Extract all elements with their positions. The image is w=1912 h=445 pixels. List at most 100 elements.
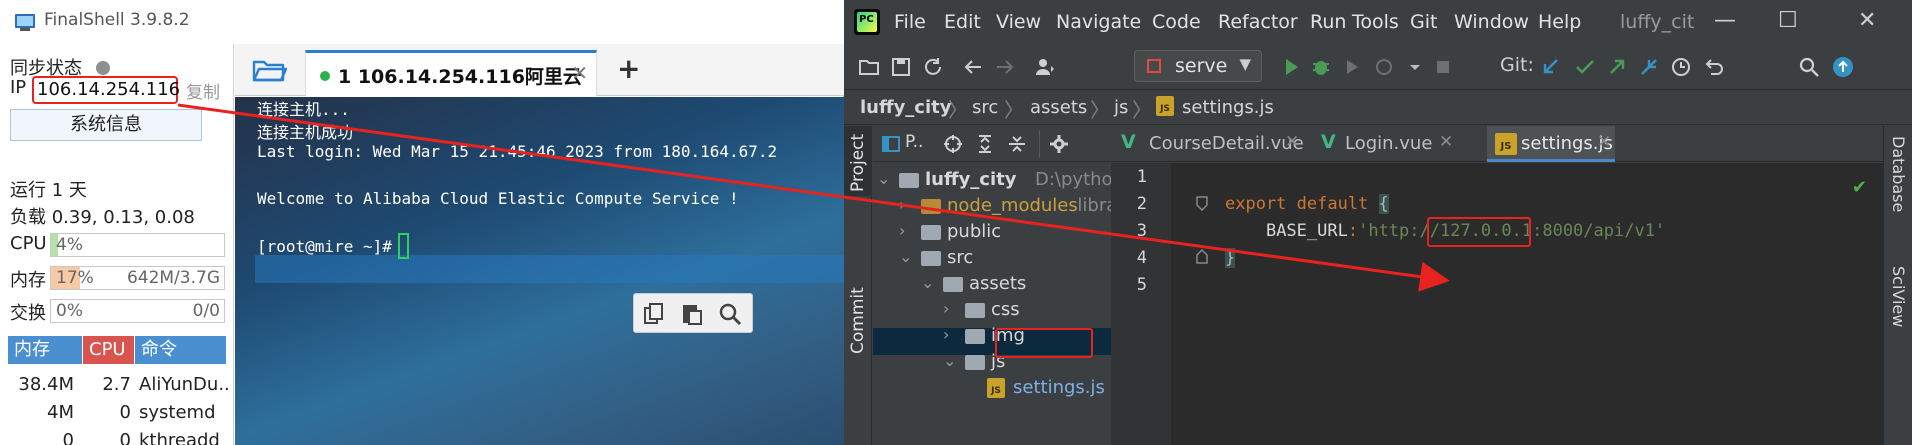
copy-ip-link[interactable]: 复制	[186, 78, 220, 103]
collapse-all-icon[interactable]	[1007, 134, 1027, 154]
breadcrumb-item[interactable]: settings.js	[1182, 97, 1274, 118]
project-tree-panel: P.. ⌄ luffy_city D:\pythonPro › node_modules…	[873, 126, 1111, 445]
fold-marker-icon[interactable]	[1195, 195, 1209, 211]
system-info-button[interactable]: 系统信息	[10, 109, 202, 141]
menu-item-edit[interactable]: Edit	[944, 11, 981, 33]
commit-tool-tab[interactable]: Commit	[844, 206, 872, 354]
breadcrumb-item[interactable]: luffy_city	[860, 97, 951, 118]
project-view-select[interactable]: P..	[905, 132, 923, 152]
breadcrumb-item[interactable]: src	[972, 97, 998, 118]
tree-item-settings-js[interactable]: JS settings.js	[873, 376, 1111, 401]
close-tab-icon[interactable]: ✕	[1597, 132, 1611, 152]
chevron-right-icon[interactable]: ›	[899, 221, 905, 240]
minimize-icon[interactable]: —	[1714, 8, 1736, 33]
tree-item-assets[interactable]: ⌄ assets	[873, 272, 1111, 297]
user-icon[interactable]	[1034, 56, 1056, 78]
menu-item-view[interactable]: View	[996, 11, 1041, 33]
close-icon[interactable]: ✕	[1858, 8, 1876, 33]
chevron-right-icon[interactable]: ›	[899, 195, 905, 214]
expand-all-icon[interactable]	[975, 134, 995, 154]
profile-icon[interactable]	[1374, 56, 1396, 78]
chevron-down-icon: ▼	[1239, 55, 1251, 73]
menu-item-help[interactable]: Help	[1538, 11, 1581, 33]
search-icon[interactable]	[718, 302, 742, 326]
chevron-right-icon[interactable]: ›	[943, 325, 949, 344]
close-tab-icon[interactable]: ✕	[1285, 132, 1299, 152]
history-clock-icon[interactable]	[1670, 56, 1692, 78]
copy-icon[interactable]	[642, 302, 666, 326]
back-arrow-icon[interactable]	[962, 56, 984, 78]
search-icon[interactable]	[1798, 56, 1820, 78]
project-tool-tab[interactable]: Project	[844, 126, 872, 196]
tree-item-public[interactable]: › public	[873, 220, 1111, 245]
editor-tab-login[interactable]: V Login.vue ✕	[1311, 126, 1487, 162]
chevron-down-icon[interactable]: ⌄	[943, 351, 956, 370]
gear-icon[interactable]	[1049, 134, 1069, 154]
breadcrumb-item[interactable]: js	[1114, 97, 1128, 118]
forward-arrow-icon[interactable]	[994, 56, 1016, 78]
menu-item-git[interactable]: Git	[1410, 11, 1437, 33]
menu-item-window[interactable]: Window	[1454, 11, 1529, 33]
coverage-icon[interactable]	[1342, 56, 1364, 78]
run-configuration-label: serve	[1175, 55, 1228, 77]
code-keyword: export default	[1225, 194, 1369, 214]
fold-marker-icon[interactable]	[1195, 249, 1209, 265]
chevron-down-icon[interactable]: ⌄	[921, 273, 934, 292]
tree-item-css[interactable]: › css	[873, 298, 1111, 323]
terminal[interactable]: 连接主机... 连接主机成功 Last login: Wed Mar 15 21…	[235, 97, 844, 445]
process-row[interactable]: 38.4M 2.7 AliYunDu..	[8, 371, 229, 399]
session-tab-active[interactable]: 1 106.14.254.116阿里云 ✕	[305, 50, 597, 96]
git-update-icon[interactable]	[1540, 56, 1562, 78]
project-view-icon[interactable]	[881, 134, 901, 154]
maximize-icon[interactable]: ☐	[1778, 8, 1798, 33]
breadcrumb-item[interactable]: assets	[1030, 97, 1087, 118]
terminal-cursor	[397, 233, 409, 259]
open-folder-icon[interactable]	[251, 56, 287, 84]
debug-icon[interactable]	[1310, 56, 1332, 78]
close-tab-icon[interactable]: ✕	[1439, 132, 1453, 152]
process-row[interactable]: 4M 0 systemd	[8, 399, 226, 427]
ip-highlight-box	[1427, 217, 1531, 247]
inspection-ok-check-icon[interactable]: ✔	[1852, 177, 1867, 198]
tree-item-node-modules[interactable]: › node_moduleslibrar	[873, 194, 1111, 219]
code-editor[interactable]: ✔ export default { BASE_URL:'http://127.…	[1171, 163, 1883, 445]
git-commit-check-icon[interactable]	[1574, 56, 1596, 78]
locate-target-icon[interactable]	[943, 134, 963, 154]
server-status-sidebar: 同步状态 IP 106.14.254.116 复制 系统信息 运行 1 天 负载…	[0, 44, 234, 445]
js-file-icon: JS	[1495, 133, 1517, 155]
process-column-cpu[interactable]: CPU	[83, 336, 134, 364]
process-column-memory[interactable]: 内存	[8, 336, 82, 364]
menu-item-refactor[interactable]: Refactor	[1218, 11, 1298, 33]
chevron-down-icon[interactable]: ⌄	[877, 169, 890, 188]
process-row[interactable]: 0 0 kthreadd	[8, 427, 226, 445]
process-cpu: 0	[119, 402, 131, 423]
add-tab-button[interactable]: +	[617, 52, 640, 85]
git-fetch-icon[interactable]	[1638, 56, 1660, 78]
menu-item-code[interactable]: Code	[1152, 11, 1201, 33]
update-available-icon[interactable]	[1832, 56, 1854, 78]
menu-item-navigate[interactable]: Navigate	[1056, 11, 1141, 33]
close-tab-icon[interactable]: ✕	[571, 61, 588, 85]
folder-icon	[965, 303, 985, 318]
paste-icon[interactable]	[680, 302, 704, 326]
git-push-icon[interactable]	[1606, 56, 1628, 78]
run-configuration-select[interactable]: serve ▼	[1134, 50, 1262, 82]
editor-tab-coursedetail[interactable]: V CourseDetail.vue ✕	[1111, 126, 1311, 162]
stop-icon[interactable]	[1432, 56, 1454, 78]
chevron-right-icon[interactable]: ›	[943, 299, 949, 318]
chevron-down-icon[interactable]: ⌄	[899, 247, 912, 266]
finalshell-logo-icon	[15, 14, 35, 31]
tree-item-luffy-city[interactable]: ⌄ luffy_city D:\pythonPro	[873, 168, 1111, 193]
menu-item-tools[interactable]: Tools	[1352, 11, 1399, 33]
sync-icon[interactable]	[922, 56, 944, 78]
process-column-command[interactable]: 命令	[135, 336, 226, 364]
chevron-down-icon[interactable]	[1404, 56, 1426, 78]
tree-item-src[interactable]: ⌄ src	[873, 246, 1111, 271]
menu-item-file[interactable]: File	[894, 11, 926, 33]
editor-tab-settings-active[interactable]: JS settings.js ✕	[1487, 126, 1615, 162]
open-folder-icon[interactable]	[858, 56, 880, 78]
rollback-icon[interactable]	[1702, 56, 1724, 78]
menu-item-run[interactable]: Run	[1310, 11, 1346, 33]
run-icon[interactable]	[1280, 56, 1302, 78]
save-icon[interactable]	[890, 56, 912, 78]
